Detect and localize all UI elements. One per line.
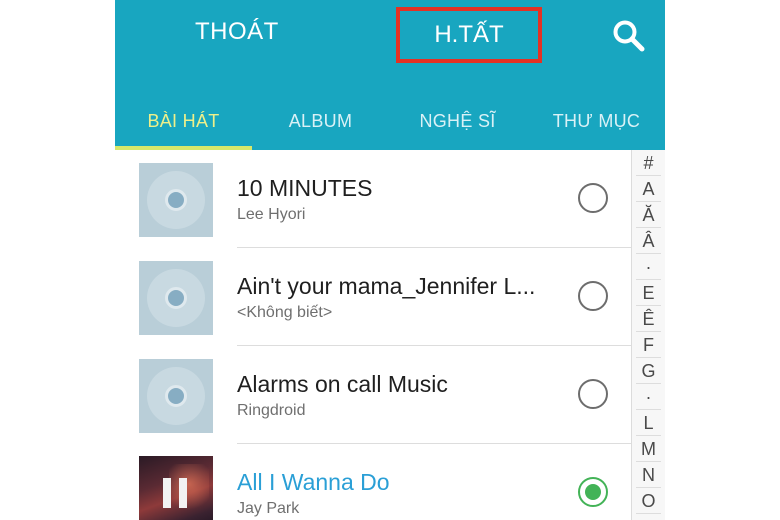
index-letter[interactable]: Â — [636, 230, 661, 254]
disc-hub — [165, 287, 187, 309]
exit-button[interactable]: THOÁT — [195, 18, 279, 46]
album-art-placeholder — [139, 261, 213, 335]
tab-bar: BÀI HÁT ALBUM NGHỆ SĨ THƯ MỤC — [115, 92, 665, 150]
index-letter[interactable]: F — [636, 334, 661, 358]
index-letter[interactable]: · — [636, 256, 661, 280]
album-art-placeholder — [139, 163, 213, 237]
song-artist: Lee Hyori — [237, 206, 306, 223]
music-picker-screen: THOÁT H.TẤT BÀI HÁT ALBUM NGHỆ SĨ THƯ MỤ… — [115, 0, 665, 520]
disc-hub — [165, 189, 187, 211]
disc-hub — [165, 385, 187, 407]
select-radio-checked[interactable] — [578, 477, 608, 507]
tab-label: NGHỆ SĨ — [419, 110, 496, 131]
search-icon[interactable] — [612, 19, 646, 53]
index-letter[interactable]: · — [636, 386, 661, 410]
song-artist: <Không biết> — [237, 304, 333, 321]
tab-label: ALBUM — [288, 110, 353, 131]
song-title: All I Wanna Do — [237, 469, 390, 495]
song-artist: Jay Park — [237, 500, 300, 517]
index-letter[interactable]: Ă — [636, 204, 661, 228]
tab-songs[interactable]: BÀI HÁT — [115, 92, 252, 150]
index-letter[interactable]: O — [636, 490, 661, 514]
tab-artist[interactable]: NGHỆ SĨ — [389, 92, 526, 150]
alphabet-index-bar[interactable]: # A Ă Â · E Ê F G · L M N O — [631, 150, 665, 520]
song-row[interactable]: Ain't your mama_Jennifer L... <Không biế… — [115, 248, 631, 346]
index-letter[interactable]: M — [636, 438, 661, 462]
album-art — [139, 456, 213, 520]
select-radio[interactable] — [578, 379, 608, 409]
index-letter[interactable]: E — [636, 282, 661, 306]
tab-label: THƯ MỤC — [552, 110, 641, 131]
tab-label: BÀI HÁT — [147, 110, 220, 131]
tab-folder[interactable]: THƯ MỤC — [528, 92, 665, 150]
song-row[interactable]: Alarms on call Music Ringdroid — [115, 346, 631, 444]
index-letter[interactable]: Ê — [636, 308, 661, 332]
index-letter[interactable]: N — [636, 464, 661, 488]
index-letter[interactable]: L — [636, 412, 661, 436]
album-art-placeholder — [139, 359, 213, 433]
pause-icon[interactable] — [163, 478, 189, 508]
song-list: 10 MINUTES Lee Hyori Ain't your mama_Jen… — [115, 150, 631, 520]
tab-album[interactable]: ALBUM — [252, 92, 389, 150]
index-letter[interactable]: G — [636, 360, 661, 384]
index-letter[interactable]: # — [636, 152, 661, 176]
done-button[interactable]: H.TẤT — [396, 7, 542, 63]
song-row-playing[interactable]: All I Wanna Do Jay Park — [115, 444, 631, 520]
song-title: 10 MINUTES — [237, 175, 373, 201]
song-artist: Ringdroid — [237, 402, 306, 419]
song-title: Alarms on call Music — [237, 371, 448, 397]
select-radio[interactable] — [578, 281, 608, 311]
song-title: Ain't your mama_Jennifer L... — [237, 273, 536, 299]
song-row[interactable]: 10 MINUTES Lee Hyori — [115, 150, 631, 248]
top-bar: THOÁT H.TẤT BÀI HÁT ALBUM NGHỆ SĨ THƯ MỤ… — [115, 0, 665, 150]
select-radio[interactable] — [578, 183, 608, 213]
index-letter[interactable]: A — [636, 178, 661, 202]
